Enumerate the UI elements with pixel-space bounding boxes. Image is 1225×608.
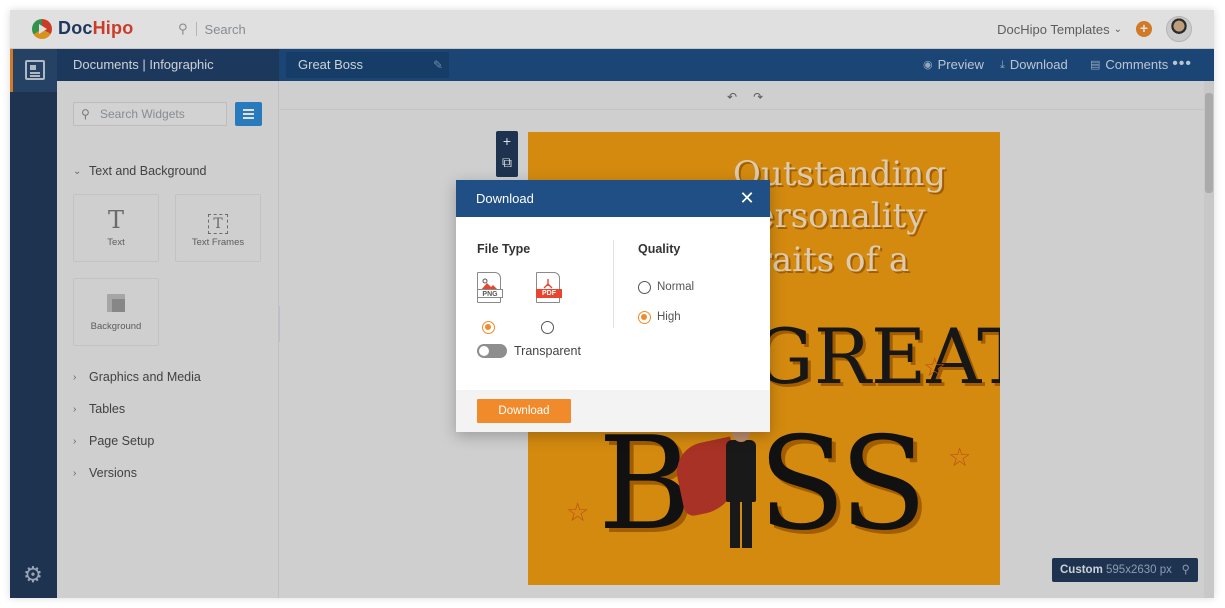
quality-label: Quality	[638, 242, 681, 256]
transparent-label: Transparent	[514, 344, 581, 358]
quality-normal-radio[interactable]	[638, 281, 651, 294]
file-type-png-radio[interactable]	[482, 321, 495, 334]
pdf-tag: PDF	[536, 289, 562, 298]
download-dialog: Download ✕ File Type Quality PNG PDF Nor…	[456, 180, 770, 432]
pdf-file-icon[interactable]: PDF	[536, 272, 562, 303]
quality-high-label: High	[657, 311, 681, 323]
quality-high-radio[interactable]	[638, 311, 651, 324]
dialog-title: Download	[476, 191, 534, 206]
png-file-icon[interactable]: PNG	[477, 272, 503, 303]
dialog-header: Download ✕	[456, 180, 770, 217]
dialog-footer: Download	[456, 390, 770, 432]
close-icon[interactable]: ✕	[738, 180, 756, 217]
quality-normal-label: Normal	[657, 281, 695, 293]
file-type-label: File Type	[477, 242, 531, 256]
file-type-pdf-radio[interactable]	[541, 321, 554, 334]
app-window: DocHipo ⚲ Search DocHipo Templates ⌄ + ⚙…	[10, 10, 1214, 598]
transparent-toggle[interactable]	[477, 344, 507, 358]
dialog-divider	[613, 240, 614, 328]
download-button[interactable]: Download	[477, 399, 571, 423]
png-tag: PNG	[477, 289, 503, 298]
